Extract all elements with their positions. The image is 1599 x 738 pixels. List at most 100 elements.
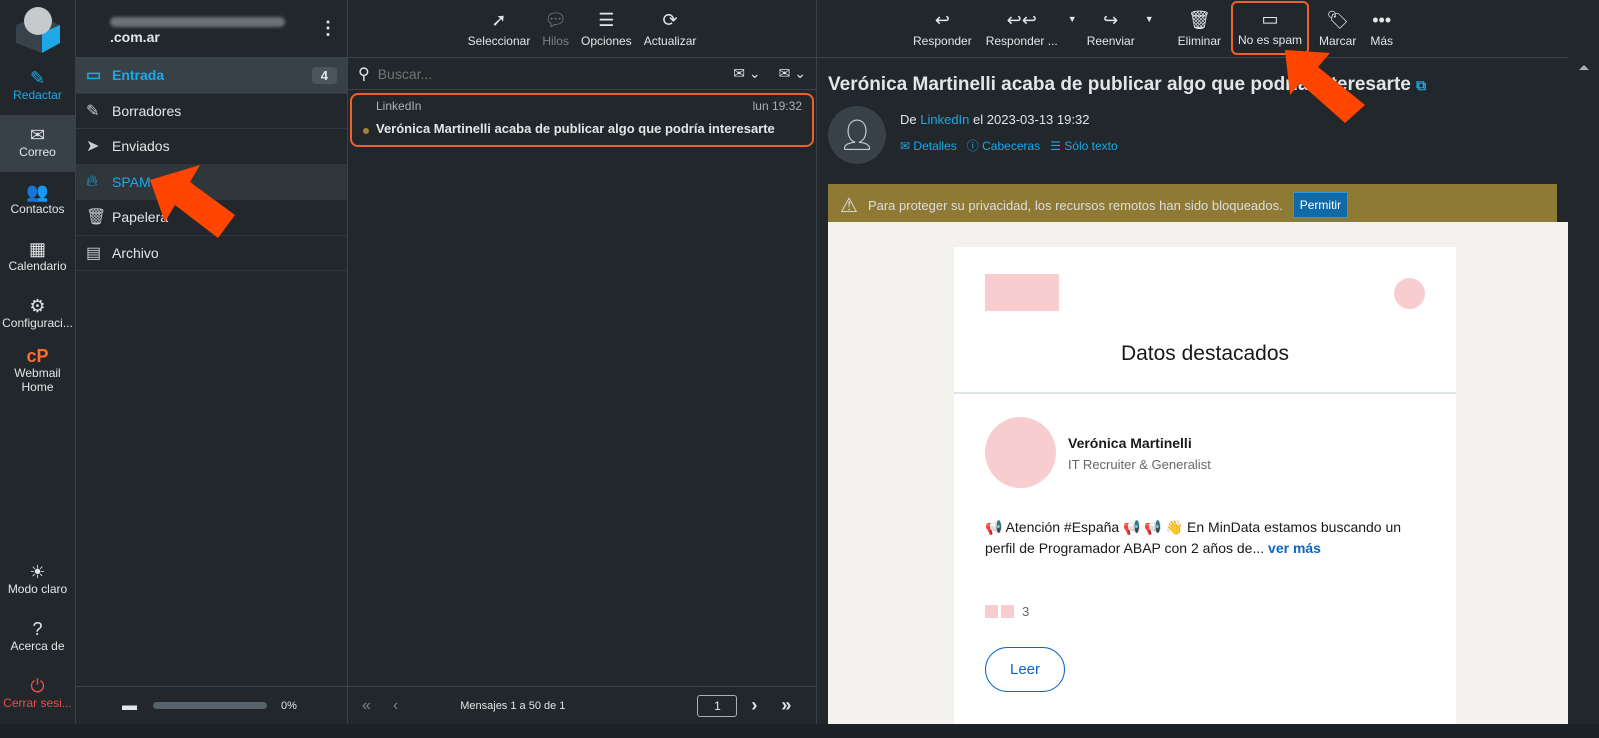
folder-drafts[interactable]: ✎ Borradores [76, 94, 347, 129]
remote-resources-warning: ⚠ Para proteger su privacidad, los recur… [828, 184, 1557, 226]
nav-logout[interactable]: ⏻ Cerrar sesi... [0, 666, 75, 723]
tag-icon: 🏷︎ [1326, 10, 1350, 30]
pager-text: Mensajes 1 a 50 de 1 [460, 699, 566, 712]
sender-avatar: 👤︎ [828, 106, 886, 164]
prev-page-icon[interactable]: ‹ [393, 697, 398, 715]
compose-options-icon[interactable]: ✉ ⌄ [779, 65, 806, 82]
sliders-icon: ☰ [598, 10, 615, 30]
post-text: 📢 Atención #España 📢 📢 👋 En MinData esta… [985, 519, 1402, 556]
reply-button[interactable]: ↩ Responder [909, 10, 976, 48]
message-toolbar: ↩ Responder ↩↩ Responder ... ▼ ↪ Reenviar ▼… [817, 0, 1568, 58]
more-dots-icon: ••• [1372, 10, 1392, 30]
plain-text-link[interactable]: ☰ Sólo texto [1050, 139, 1117, 153]
message-pane: ↩ Responder ↩↩ Responder ... ▼ ↪ Reenviar ▼… [817, 0, 1568, 724]
reply-all-dropdown-icon[interactable]: ▼ [1068, 14, 1077, 24]
message-subject-heading: Verónica Martinelli acaba de publicar al… [828, 74, 1427, 95]
folder-pane: .com.ar ⋮ ▭ Entrada 4 ✎ Borradores ➤ Enviado… [76, 0, 348, 724]
search-input[interactable] [377, 65, 726, 82]
unread-dot [363, 128, 369, 134]
author-avatar [985, 417, 1056, 488]
author-name: Verónica Martinelli [1068, 435, 1192, 451]
list-toolbar: ➚ Seleccionar 💬︎ Hilos ☰ Opciones ⟳ Actualiz… [348, 0, 816, 58]
search-icon: ⚲ [358, 65, 370, 83]
reply-all-button[interactable]: ↩↩ Responder ... [982, 10, 1062, 48]
drive-icon: ▬ [122, 697, 137, 714]
threads-button[interactable]: 💬︎ Hilos [538, 10, 573, 48]
first-page-icon[interactable]: « [362, 697, 371, 715]
mark-button[interactable]: 🏷︎ Marcar [1315, 10, 1360, 48]
trash-icon: 🗑︎ [1187, 10, 1211, 30]
logo-placeholder [985, 274, 1059, 311]
nav-webmail-home[interactable]: cP Webmail Home [0, 343, 75, 400]
options-button[interactable]: ☰ Opciones [577, 10, 636, 48]
message-date: lun 19:32 [752, 99, 802, 113]
see-more-link[interactable]: ver más [1268, 540, 1321, 556]
search-options-icon[interactable]: ✉ ⌄ [733, 65, 760, 82]
nav-compose[interactable]: ✎ Redactar [0, 58, 75, 115]
message-list-item[interactable]: LinkedIn lun 19:32 Verónica Martinelli ac… [350, 93, 814, 147]
cpanel-icon: cP [26, 346, 49, 366]
contacts-icon: 👥 [26, 182, 49, 202]
message-subject: Verónica Martinelli acaba de publicar al… [376, 121, 775, 136]
menu-dots-icon[interactable]: ⋮ [319, 18, 337, 39]
gear-icon: ⚙ [29, 296, 46, 316]
reactions: 3 [985, 604, 1029, 619]
sender-link[interactable]: LinkedIn [920, 112, 969, 127]
compose-icon: ✎ [29, 68, 46, 88]
quota-percent: 0% [281, 699, 297, 712]
reply-icon: ↩ [934, 10, 950, 30]
pager: « ‹ Mensajes 1 a 50 de 1 1 › » [348, 686, 816, 724]
details-link[interactable]: ✉ Detalles [900, 139, 957, 153]
app-nav: ✎ Redactar ✉ Correo 👥 Contactos ▦ Calendario… [0, 0, 76, 724]
list-icon: ☰ [1050, 139, 1061, 153]
quota-bar [153, 702, 267, 709]
delete-button[interactable]: 🗑︎ Eliminar [1174, 10, 1225, 48]
unread-badge: 4 [311, 66, 337, 84]
headers-link[interactable]: ⓘ Cabeceras [967, 139, 1040, 153]
roundcube-logo [0, 0, 75, 58]
envelope-icon: ✉ [900, 139, 911, 153]
nav-light-mode[interactable]: ☀ Modo claro [0, 552, 75, 609]
account-header: .com.ar ⋮ [76, 0, 347, 58]
folder-inbox[interactable]: ▭ Entrada 4 [76, 58, 347, 94]
nav-contacts[interactable]: 👥 Contactos [0, 172, 75, 229]
forward-button[interactable]: ↪ Reenviar [1083, 10, 1139, 48]
account-email: .com.ar [110, 13, 319, 45]
question-icon: ? [32, 619, 43, 639]
read-button[interactable]: Leer [985, 647, 1065, 692]
nav-calendar[interactable]: ▦ Calendario [0, 229, 75, 286]
warning-icon: ⚠ [840, 194, 858, 217]
refresh-button[interactable]: ⟳ Actualizar [640, 10, 701, 48]
nav-mail[interactable]: ✉ Correo [0, 115, 75, 172]
inbox-icon: ▭ [1261, 9, 1279, 29]
scrollbar[interactable] [1568, 0, 1599, 724]
message-header: 👤︎ De LinkedIn el 2023-03-13 19:32 ✉ Det… [817, 96, 1568, 174]
page-input[interactable]: 1 [697, 694, 738, 717]
pencil-icon: ✎ [86, 102, 100, 120]
next-page-icon[interactable]: › [751, 695, 757, 716]
sun-icon: ☀ [29, 562, 46, 582]
author-role: IT Recruiter & Generalist [1068, 457, 1211, 472]
open-external-icon[interactable]: ⧉ [1416, 77, 1426, 93]
refresh-icon: ⟳ [662, 10, 678, 30]
inbox-icon: ▭ [86, 67, 102, 85]
fire-icon: 🔥︎ [86, 172, 98, 190]
allow-button[interactable]: Permitir [1292, 192, 1349, 218]
search-bar: ⚲ ✉ ⌄ ✉ ⌄ [348, 58, 816, 90]
more-button[interactable]: ••• Más [1366, 10, 1397, 48]
forward-dropdown-icon[interactable]: ▼ [1145, 14, 1154, 24]
calendar-icon: ▦ [28, 239, 46, 259]
power-icon: ⏻ [30, 676, 45, 696]
nav-settings[interactable]: ⚙ Configuraci... [0, 286, 75, 343]
annotation-arrow-not-spam [1285, 50, 1365, 123]
profile-placeholder [1394, 278, 1425, 309]
archive-icon: ▤ [86, 244, 102, 262]
annotation-arrow-spam [150, 165, 235, 238]
nav-about[interactable]: ? Acerca de [0, 609, 75, 666]
last-page-icon[interactable]: » [781, 695, 791, 716]
select-button[interactable]: ➚ Seleccionar [464, 10, 535, 48]
email-card: Datos destacados Verónica Martinelli IT … [954, 247, 1456, 724]
message-sender: LinkedIn [376, 99, 422, 113]
quota-footer: ▬ 0% [76, 686, 347, 724]
info-icon: ⓘ [966, 139, 979, 153]
